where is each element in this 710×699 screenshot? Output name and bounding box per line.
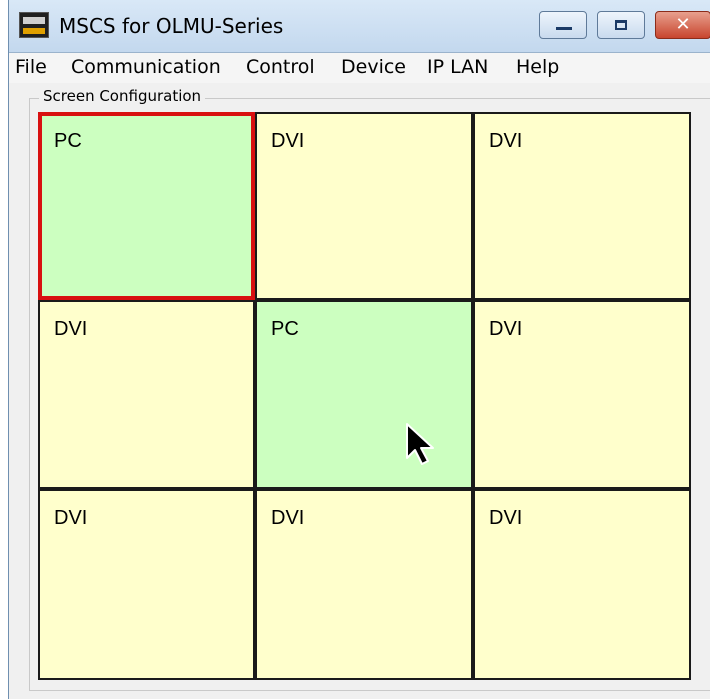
screen-cell-3-2[interactable]: DVI (255, 489, 473, 680)
menu-file[interactable]: File (15, 56, 47, 78)
screen-cell-2-1[interactable]: DVI (38, 300, 255, 489)
screen-cell-source-label: PC (54, 130, 82, 152)
menu-help[interactable]: Help (516, 56, 559, 78)
screen-cell-3-1[interactable]: DVI (38, 489, 255, 680)
title-bar[interactable]: MSCS for OLMU-Series ✕ (9, 0, 710, 53)
close-icon: ✕ (675, 14, 691, 35)
screen-cell-source-label: DVI (271, 507, 305, 529)
mouse-cursor-icon (406, 423, 434, 465)
menu-device[interactable]: Device (341, 56, 406, 78)
screen-cell-source-label: DVI (54, 507, 88, 529)
close-button[interactable]: ✕ (655, 11, 710, 39)
screen-cell-1-3[interactable]: DVI (473, 112, 691, 300)
screen-cell-source-label: PC (271, 318, 299, 340)
screen-cell-1-1[interactable]: PC (38, 112, 255, 300)
screen-configuration-label: Screen Configuration (39, 87, 206, 105)
screen-cell-source-label: DVI (489, 507, 523, 529)
app-logo-icon (19, 12, 49, 38)
screen-cell-source-label: DVI (271, 130, 305, 152)
screen-cell-3-3[interactable]: DVI (473, 489, 691, 680)
menu-bar: File Communication Control Device IP LAN… (9, 53, 710, 83)
window-title: MSCS for OLMU-Series (59, 14, 284, 38)
menu-communication[interactable]: Communication (71, 56, 221, 78)
screen-cell-2-3[interactable]: DVI (473, 300, 691, 489)
screen-cell-source-label: DVI (489, 318, 523, 340)
screen-cell-source-label: DVI (489, 130, 523, 152)
maximize-button[interactable] (597, 11, 645, 39)
minimize-button[interactable] (539, 11, 587, 39)
maximize-icon (615, 20, 627, 30)
minimize-icon (556, 27, 572, 30)
menu-control[interactable]: Control (246, 56, 315, 78)
screen-cell-source-label: DVI (54, 318, 88, 340)
menu-ip-lan[interactable]: IP LAN (427, 56, 488, 78)
app-window: MSCS for OLMU-Series ✕ File Communicatio… (8, 0, 710, 699)
screen-cell-1-2[interactable]: DVI (255, 112, 473, 300)
